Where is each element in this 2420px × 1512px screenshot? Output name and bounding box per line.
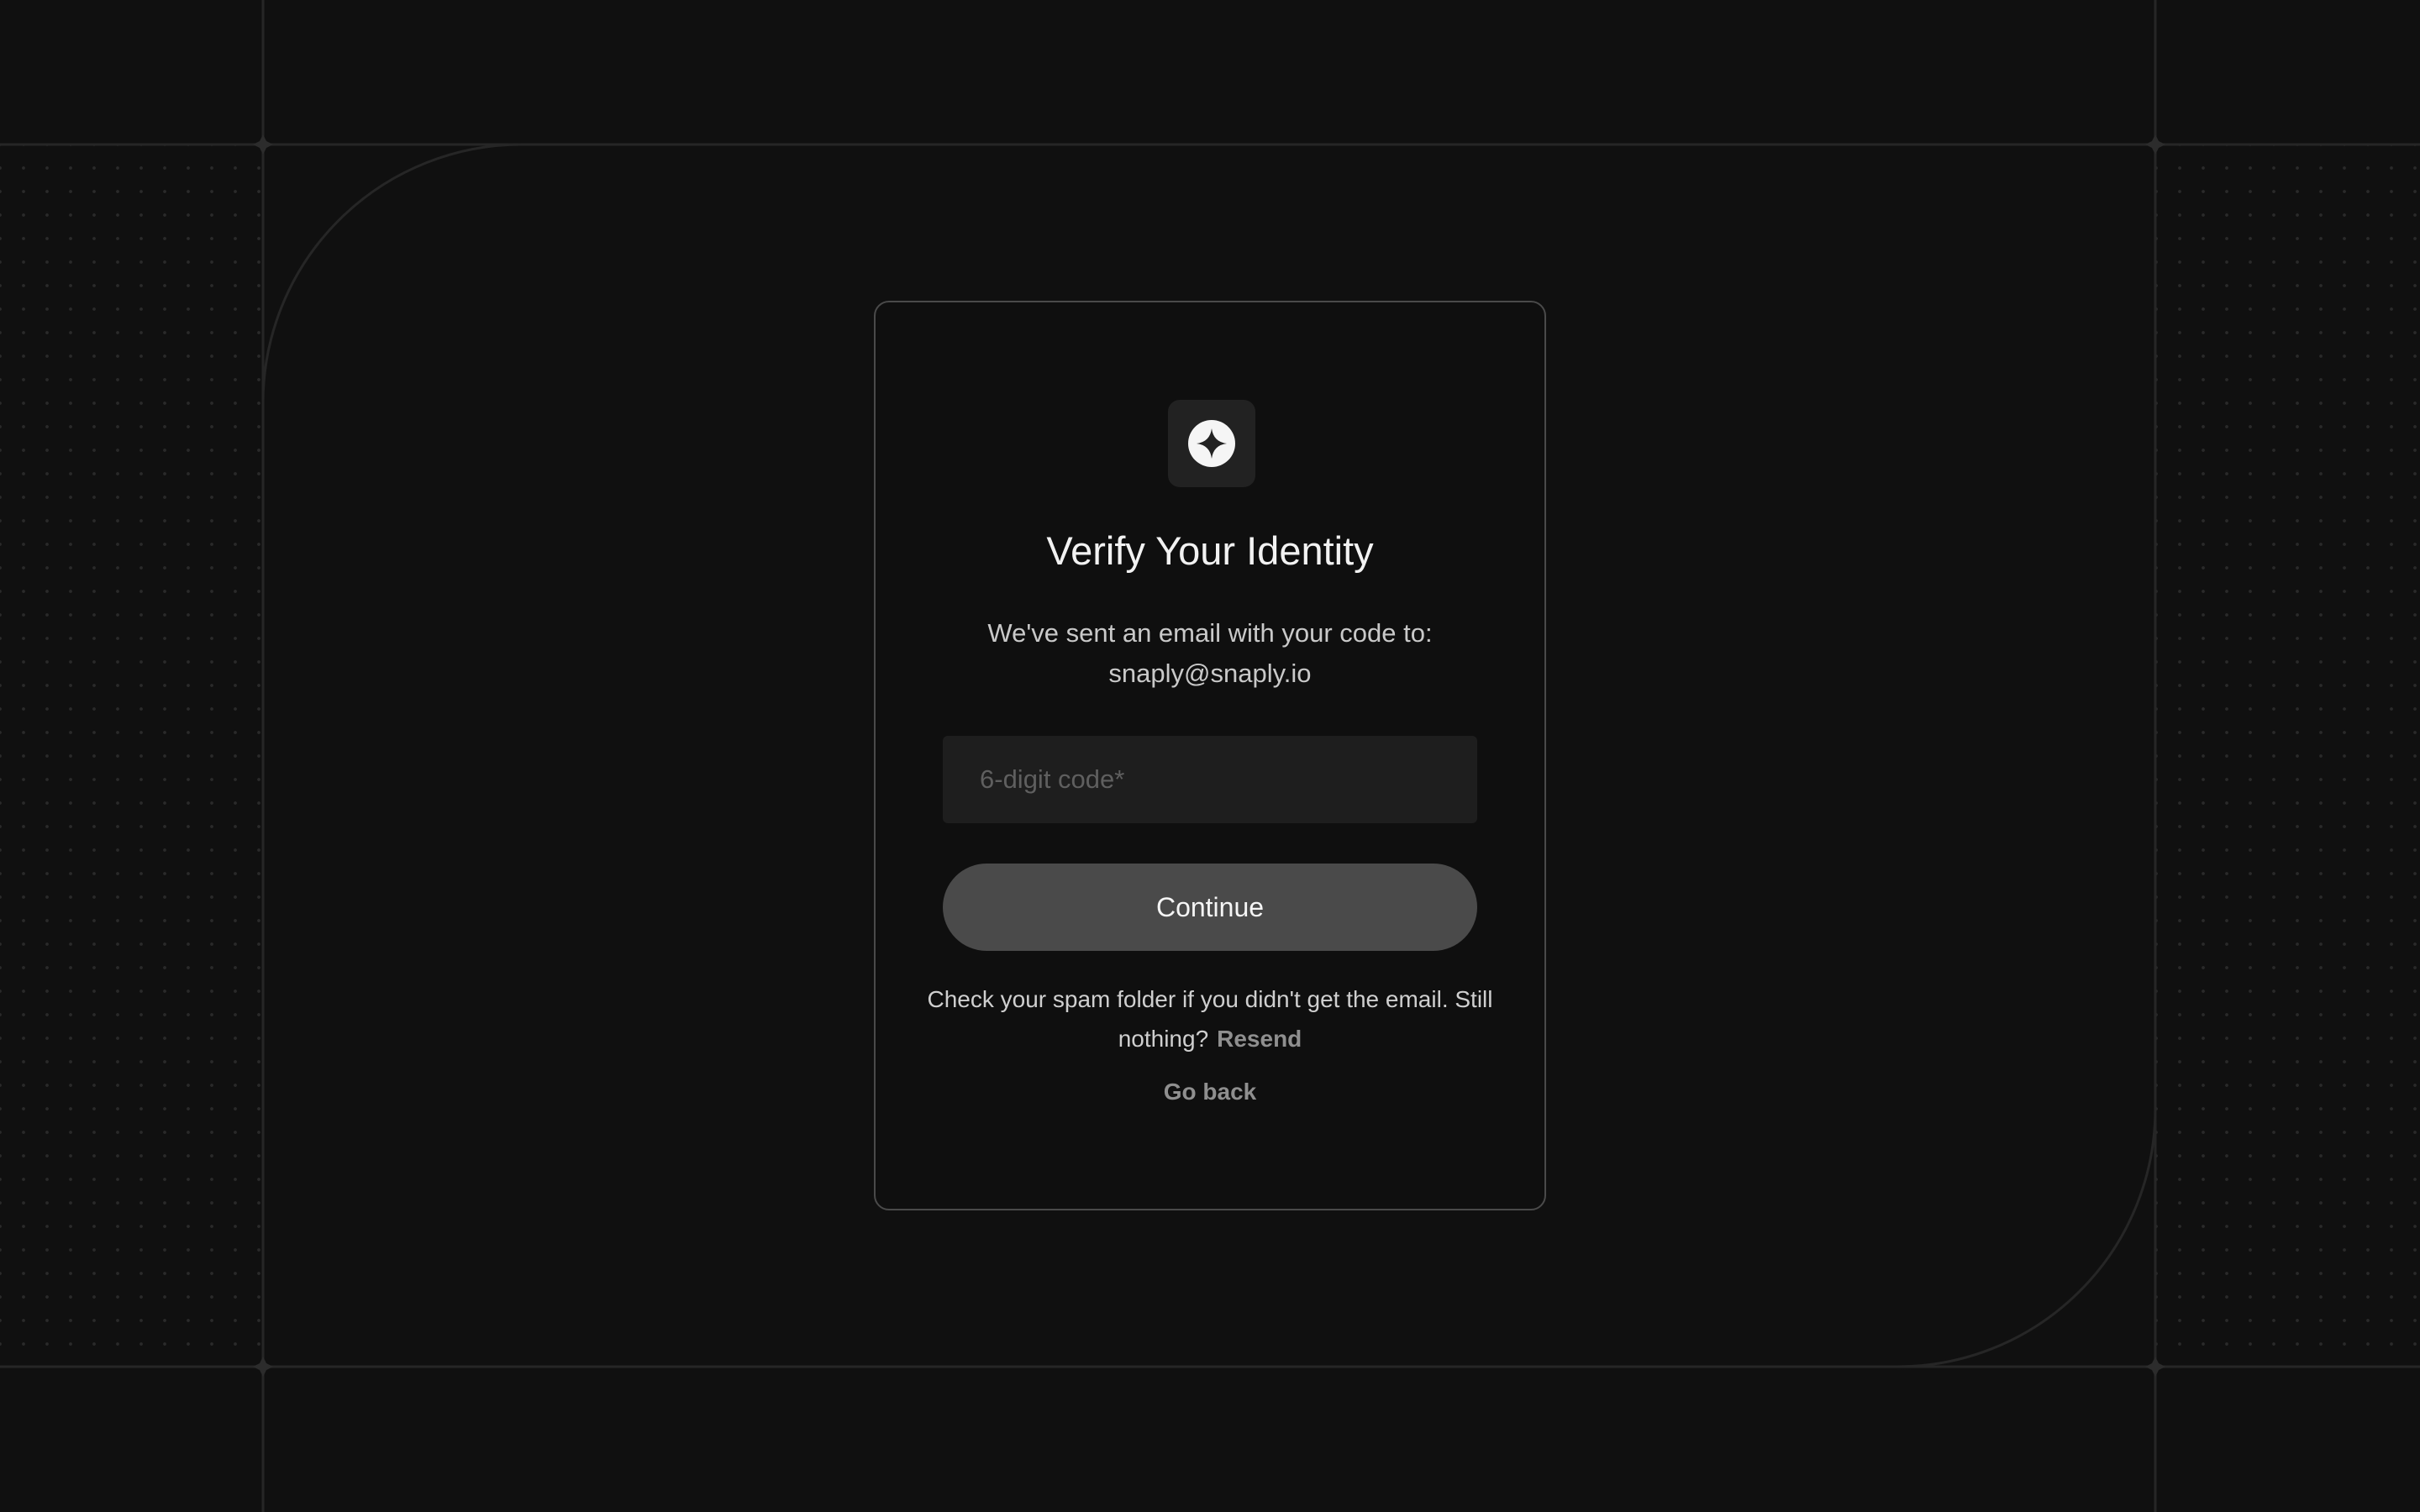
go-back-link[interactable]: Go back — [1164, 1079, 1256, 1105]
spam-help-text: Check your spam folder if you didn't get… — [927, 986, 1493, 1052]
app-logo — [1168, 400, 1255, 487]
verify-identity-card: Verify Your Identity We've sent an email… — [874, 301, 1546, 1210]
page-background: Verify Your Identity We've sent an email… — [0, 0, 2420, 1512]
spam-help-message: Check your spam folder if you didn't get… — [926, 979, 1494, 1058]
go-back-row: Go back — [876, 1075, 1544, 1109]
page-title: Verify Your Identity — [1046, 528, 1374, 573]
email-sent-text: We've sent an email with your code to: — [987, 618, 1433, 648]
four-point-star-icon — [1188, 420, 1235, 467]
verification-code-input[interactable] — [943, 736, 1477, 823]
email-sent-message: We've sent an email with your code to: s… — [909, 613, 1511, 694]
recipient-email: snaply@snaply.io — [1108, 659, 1312, 688]
continue-button[interactable]: Continue — [943, 864, 1477, 951]
resend-link[interactable]: Resend — [1217, 1026, 1302, 1052]
